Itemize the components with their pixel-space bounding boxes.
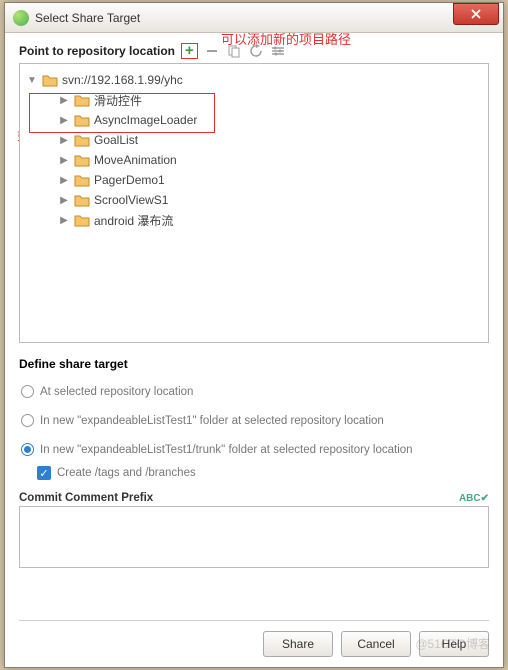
app-icon: [13, 10, 29, 26]
checkbox-icon: ✓: [37, 466, 51, 480]
minus-icon[interactable]: [204, 43, 220, 59]
expand-arrow-icon[interactable]: ▶: [58, 215, 70, 226]
share-option-2[interactable]: In new "expandeableListTest1" folder at …: [21, 414, 489, 427]
folder-icon: [74, 213, 90, 227]
settings-icon[interactable]: [270, 43, 286, 59]
folder-icon: [74, 133, 90, 147]
folder-icon: [74, 153, 90, 167]
tree-item[interactable]: ▶ MoveAnimation: [24, 150, 484, 170]
tree-item[interactable]: ▶ 滑动控件: [24, 90, 484, 110]
tree-item-label: 滑动控件: [94, 92, 142, 109]
tree-root-label: svn://192.168.1.99/yhc: [62, 73, 183, 87]
tree-item-label: MoveAnimation: [94, 153, 177, 167]
repo-heading: Point to repository location: [19, 44, 175, 58]
expand-arrow-icon[interactable]: ▼: [26, 75, 38, 86]
help-button[interactable]: Help: [419, 631, 489, 657]
commit-prefix-input[interactable]: [19, 506, 489, 568]
refresh-icon[interactable]: [248, 43, 264, 59]
share-option-1[interactable]: At selected repository location: [21, 385, 489, 398]
folder-icon: [74, 113, 90, 127]
tree-item[interactable]: ▶ AsyncImageLoader: [24, 110, 484, 130]
cancel-button[interactable]: Cancel: [341, 631, 411, 657]
radio-icon: [21, 443, 34, 456]
repo-heading-row: Point to repository location +: [19, 43, 489, 59]
share-heading: Define share target: [19, 357, 489, 371]
radio-icon: [21, 414, 34, 427]
repo-toolbar: +: [181, 43, 286, 59]
create-tags-row[interactable]: ✓ Create /tags and /branches: [19, 466, 489, 480]
tree-item-label: android 瀑布流: [94, 212, 173, 229]
expand-arrow-icon[interactable]: ▶: [58, 115, 70, 126]
expand-arrow-icon[interactable]: ▶: [58, 175, 70, 186]
tree-item-label: ScroolViewS1: [94, 193, 168, 207]
copy-icon[interactable]: [226, 43, 242, 59]
commit-label: Commit Comment Prefix: [19, 492, 153, 504]
folder-icon: [42, 73, 58, 87]
expand-arrow-icon[interactable]: ▶: [58, 195, 70, 206]
radio-icon: [21, 385, 34, 398]
expand-arrow-icon[interactable]: ▶: [58, 155, 70, 166]
share-option-3-label: In new "expandeableListTest1/trunk" fold…: [40, 444, 413, 456]
share-option-2-label: In new "expandeableListTest1" folder at …: [40, 415, 384, 427]
dialog-window: Select Share Target 可以添加新的项目路径 如果有路径直接选择…: [4, 2, 504, 668]
expand-arrow-icon[interactable]: ▶: [58, 135, 70, 146]
titlebar: Select Share Target: [5, 3, 503, 33]
tree-item[interactable]: ▶ GoalList: [24, 130, 484, 150]
tree-item[interactable]: ▶ PagerDemo1: [24, 170, 484, 190]
folder-icon: [74, 93, 90, 107]
tree-item-label: AsyncImageLoader: [94, 113, 197, 127]
share-button[interactable]: Share: [263, 631, 333, 657]
tree-root[interactable]: ▼ svn://192.168.1.99/yhc: [24, 70, 484, 90]
close-button[interactable]: [453, 3, 499, 25]
add-location-button[interactable]: +: [181, 43, 198, 59]
close-icon: [471, 9, 481, 19]
spellcheck-icon[interactable]: ABC✔: [459, 493, 489, 504]
button-bar: Share Cancel Help: [19, 620, 489, 657]
tree-item[interactable]: ▶ ScroolViewS1: [24, 190, 484, 210]
tree-item[interactable]: ▶ android 瀑布流: [24, 210, 484, 230]
folder-icon: [74, 173, 90, 187]
share-option-1-label: At selected repository location: [40, 386, 193, 398]
commit-label-row: Commit Comment Prefix ABC✔: [19, 492, 489, 504]
tree-item-label: PagerDemo1: [94, 173, 165, 187]
folder-icon: [74, 193, 90, 207]
share-option-3[interactable]: In new "expandeableListTest1/trunk" fold…: [21, 443, 489, 456]
expand-arrow-icon[interactable]: ▶: [58, 95, 70, 106]
tree-item-label: GoalList: [94, 133, 138, 147]
create-tags-label: Create /tags and /branches: [57, 467, 196, 479]
repo-tree[interactable]: ▼ svn://192.168.1.99/yhc ▶ 滑动控件 ▶ AsyncImag…: [19, 63, 489, 343]
window-title: Select Share Target: [35, 11, 140, 25]
